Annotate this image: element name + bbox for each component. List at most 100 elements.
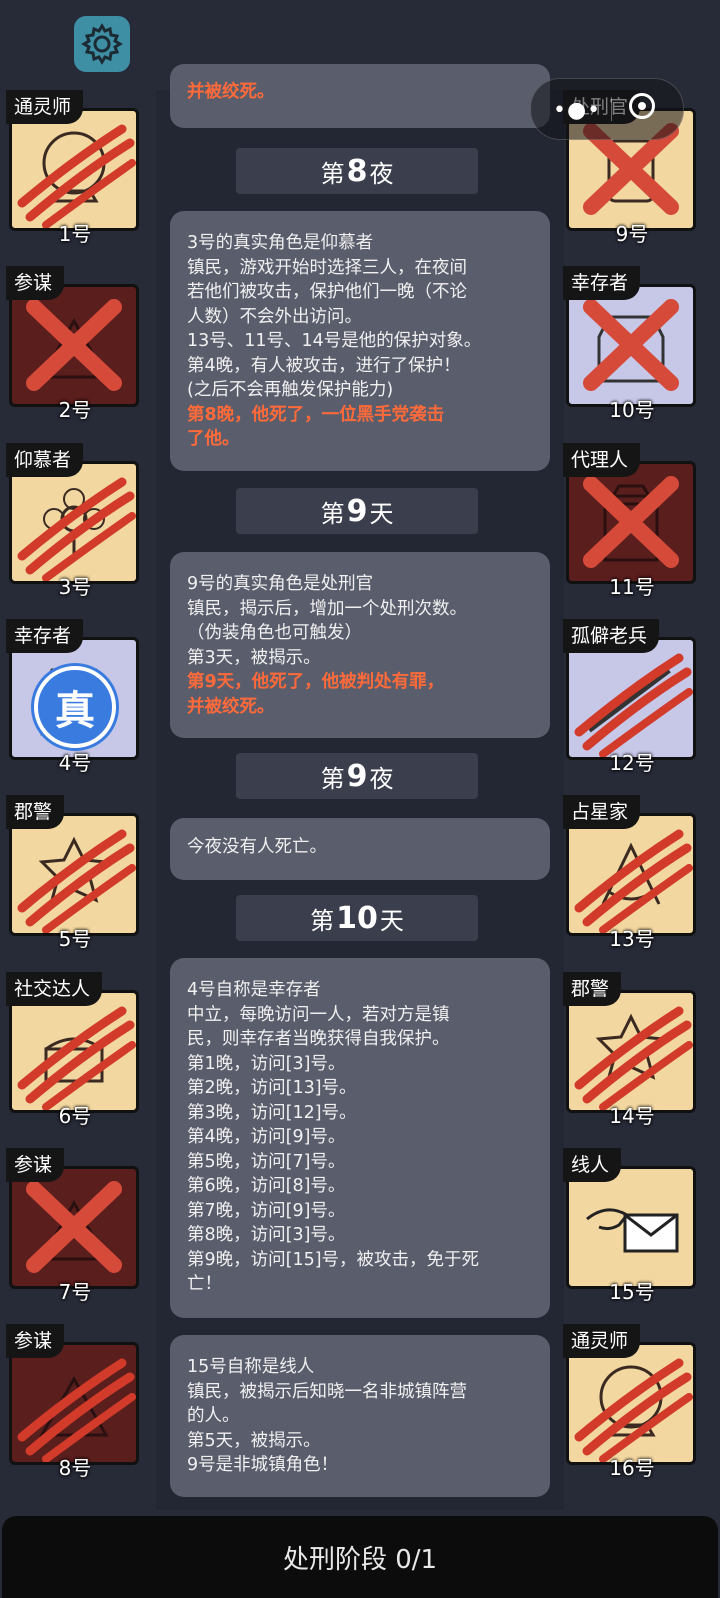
- player-card[interactable]: 郡警 14号: [563, 972, 699, 1128]
- log-line: 第2晚，访问[13]号。: [187, 1078, 357, 1098]
- header-suffix: 天: [379, 906, 404, 935]
- player-portrait: [566, 1342, 696, 1465]
- player-card[interactable]: 通灵师 16号: [563, 1324, 699, 1480]
- verified-stamp: 真: [34, 666, 116, 748]
- player-number: 11号: [609, 575, 655, 599]
- envelope-icon: [586, 1208, 679, 1253]
- player-portrait: [9, 1166, 139, 1289]
- log-line: （伪装角色也可触发）: [187, 623, 362, 643]
- sextant-icon: [574, 829, 693, 933]
- execution-phase-bar[interactable]: 处刑阶段 0/1: [2, 1516, 718, 1598]
- player-role-label: 幸存者: [6, 619, 84, 653]
- player-number: 10号: [609, 398, 655, 422]
- player-portrait: 真: [9, 637, 139, 760]
- player-role-label: 幸存者: [563, 266, 641, 300]
- crystal-ball-icon: [574, 1358, 693, 1462]
- phase-label: 处刑阶段 0/1: [282, 1544, 438, 1575]
- player-card[interactable]: 参谋 2号: [6, 266, 142, 422]
- player-card[interactable]: 参谋 7号: [6, 1148, 142, 1304]
- player-card[interactable]: 郡警 5号: [6, 795, 142, 951]
- day-header-day-10: 第 10 天: [236, 895, 478, 941]
- log-line: 的人。: [187, 1406, 240, 1426]
- player-portrait: [9, 813, 139, 936]
- capsule-divider: [611, 97, 612, 121]
- player-role-label: 占星家: [563, 795, 641, 829]
- player-number: 1号: [58, 222, 92, 246]
- player-card[interactable]: 线人 15号: [563, 1148, 699, 1304]
- log-line: 9号是非城镇角色！: [187, 1455, 339, 1475]
- player-portrait: [9, 461, 139, 584]
- player-number: 4号: [58, 751, 92, 775]
- settings-button[interactable]: [74, 16, 130, 72]
- log-line: 人数）不会外出访问。: [187, 306, 362, 327]
- log-line-death: 了他。: [187, 429, 240, 449]
- log-line: 第1晚，访问[3]号。: [187, 1053, 346, 1074]
- player-number: 2号: [58, 398, 92, 422]
- sheriff-badge-icon: [574, 1006, 693, 1110]
- player-number: 9号: [615, 222, 649, 246]
- player-role-label: 通灵师: [6, 90, 84, 124]
- log-line: 中立，每晚访问一人，若对方是镇: [187, 1004, 450, 1025]
- log-line: 3号的真实角色是仰慕者: [187, 233, 374, 253]
- rifle-icon: [574, 653, 693, 757]
- player-portrait: [566, 990, 696, 1113]
- log-line: 第3天，被揭示。: [187, 647, 321, 668]
- log-line: 第9晚，访问[15]号，被攻击，免于死: [187, 1249, 480, 1270]
- player-card[interactable]: 真 幸存者 4号: [6, 619, 142, 775]
- player-number: 13号: [609, 927, 655, 951]
- player-portrait: [566, 1166, 696, 1289]
- player-number: 6号: [58, 1104, 92, 1128]
- player-card[interactable]: 幸存者 10号: [563, 266, 699, 422]
- player-card[interactable]: 孤僻老兵 12号: [563, 619, 699, 775]
- log-message-executioner: 9号的真实角色是处刑官镇民，揭示后，增加一个处刑次数。 （伪装角色也可触发） 第3天…: [170, 552, 550, 738]
- day-header-night-8: 第8夜: [236, 148, 478, 194]
- player-number: 12号: [609, 751, 655, 775]
- log-line: 第5晚，访问[7]号。: [187, 1151, 346, 1172]
- player-role-label: 孤僻老兵: [563, 619, 660, 653]
- log-line: 今夜没有人死亡。: [187, 837, 327, 857]
- pyramid-icon: [26, 1181, 122, 1273]
- log-line: 民，则幸存者当晚获得自我保护。: [187, 1029, 450, 1049]
- log-line: 若他们被攻击，保护他们一晚（不论: [187, 282, 467, 302]
- header-suffix: 夜: [369, 764, 394, 793]
- log-line: 第3晚，访问[12]号。: [187, 1102, 357, 1123]
- header-suffix: 夜: [369, 159, 394, 188]
- header-suffix: 天: [369, 499, 394, 528]
- log-line: 第4晚，访问[9]号。: [187, 1127, 346, 1147]
- player-role-label: 线人: [563, 1148, 622, 1182]
- log-line: 第5天，被揭示。: [187, 1430, 321, 1451]
- crystal-ball-icon: [17, 124, 136, 228]
- more-dots-icon[interactable]: •●•: [553, 98, 601, 123]
- log-message-no-death: 今夜没有人死亡。: [170, 818, 550, 880]
- player-number: 7号: [58, 1280, 92, 1304]
- player-portrait: [566, 813, 696, 936]
- trench-coat-icon: [583, 476, 679, 568]
- gear-icon: [81, 23, 123, 65]
- player-card[interactable]: 通灵师 1号: [6, 90, 142, 246]
- player-portrait: [566, 284, 696, 407]
- player-number: 8号: [58, 1456, 92, 1480]
- player-portrait: [9, 1342, 139, 1465]
- player-number: 3号: [58, 575, 92, 599]
- player-card[interactable]: 参谋 8号: [6, 1324, 142, 1480]
- player-card[interactable]: 代理人 11号: [563, 443, 699, 599]
- player-card[interactable]: 占星家 13号: [563, 795, 699, 951]
- log-message-survivor-claim: 4号自称是幸存者 中立，每晚访问一人，若对方是镇 民，则幸存者当晚获得自我保护。 第1…: [170, 958, 550, 1318]
- log-line: 9号的真实角色是处刑官: [187, 574, 374, 594]
- log-line: 镇民，揭示后，增加一个处刑次数。: [187, 598, 467, 619]
- player-role-label: 代理人: [563, 443, 641, 477]
- vest-icon: [583, 299, 679, 391]
- player-role-label: 参谋: [6, 1148, 65, 1182]
- log-line: (之后不会再触发保护能力): [187, 380, 394, 400]
- close-target-icon[interactable]: [629, 93, 655, 119]
- player-portrait: [9, 284, 139, 407]
- day-header-night-9: 第9夜: [236, 753, 478, 799]
- header-prefix: 第: [320, 499, 345, 528]
- player-card[interactable]: 仰慕者 3号: [6, 443, 142, 599]
- pyramid-icon: [17, 1358, 136, 1462]
- game-log[interactable]: 并被绞死。 第8夜 3号的真实角色是仰慕者 镇民，游戏开始时选择三人，在夜间 若他们…: [170, 0, 550, 1500]
- player-card[interactable]: 社交达人 6号: [6, 972, 142, 1128]
- header-prefix: 第: [320, 764, 345, 793]
- player-role-label: 参谋: [6, 266, 65, 300]
- player-number: 16号: [609, 1456, 655, 1480]
